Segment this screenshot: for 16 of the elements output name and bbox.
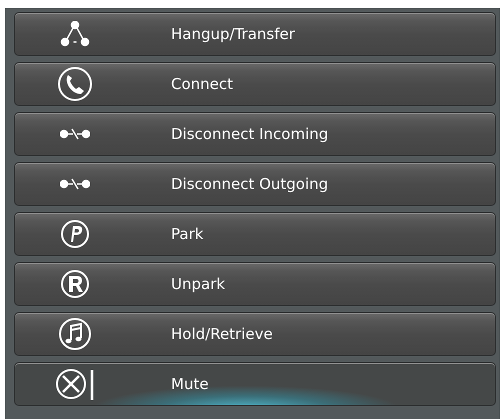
action-button[interactable]: Disconnect Outgoing [14,162,496,206]
music-note-icon [58,317,92,351]
action-button[interactable]: Hangup/Transfer [14,12,496,56]
letter-r-icon [60,269,90,299]
letter-p-icon [60,219,90,249]
disconnect-icon [60,177,90,191]
action-button[interactable]: Mute [14,362,496,406]
action-button[interactable]: Hold/Retrieve [14,312,496,356]
phone-icon [57,66,93,102]
circled-x-icon [55,366,95,402]
action-button[interactable]: Unpark [14,262,496,306]
action-button[interactable]: Disconnect Incoming [14,112,496,156]
nodes-icon [60,21,90,47]
disconnect-icon [60,127,90,141]
action-button[interactable]: Connect [14,62,496,106]
action-button[interactable]: Park [14,212,496,256]
